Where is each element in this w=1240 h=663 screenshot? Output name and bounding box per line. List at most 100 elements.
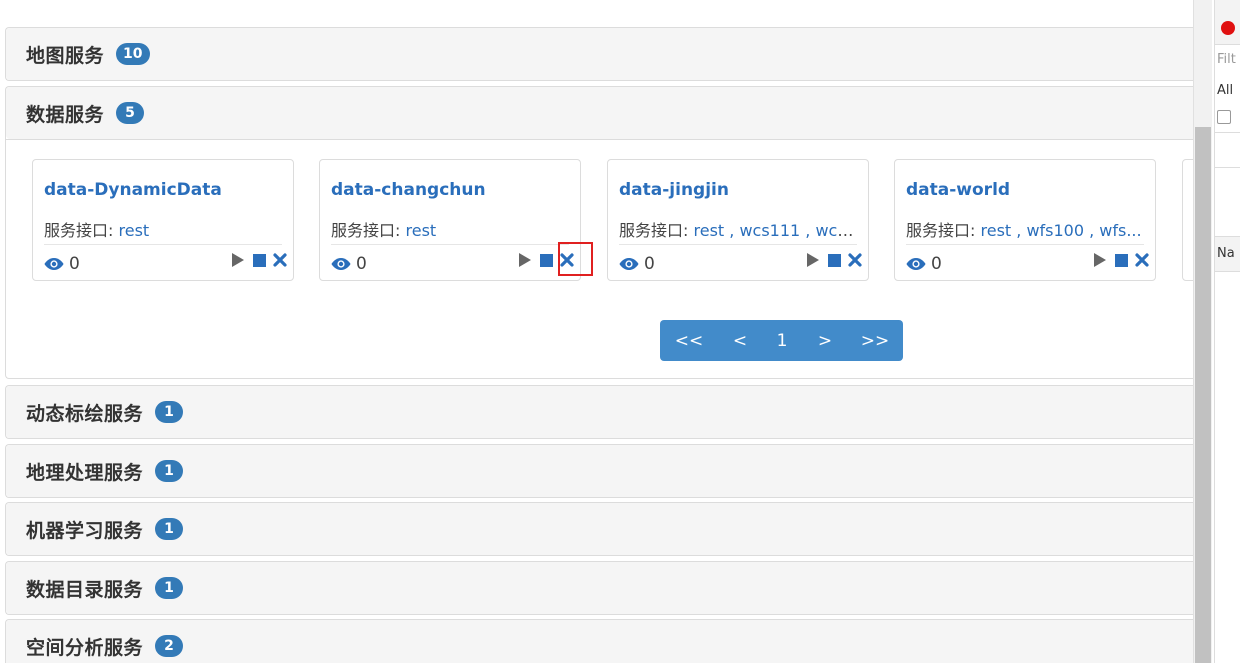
count-badge: 2 xyxy=(155,635,184,657)
service-interfaces: 服务接口: rest , wcs111 , wcs... xyxy=(619,217,859,241)
services-main: 地图服务 10 数据服务 5 data-DynamicData 服务接口: re… xyxy=(0,0,1193,663)
divider xyxy=(44,244,282,245)
view-count-value: 0 xyxy=(69,254,80,274)
name-header-label: Na xyxy=(1217,246,1235,261)
record-icon[interactable] xyxy=(1220,20,1236,36)
highlight-box xyxy=(558,242,593,276)
eye-icon xyxy=(44,258,64,270)
section-header[interactable]: 动态标绘服务 1 xyxy=(6,386,1193,438)
count-badge: 5 xyxy=(116,102,145,124)
checkbox[interactable] xyxy=(1217,110,1231,124)
section-header[interactable]: 机器学习服务 1 xyxy=(6,503,1193,555)
interface-value[interactable]: rest , wcs111 , wcs... xyxy=(694,221,860,240)
eye-icon xyxy=(331,258,351,270)
service-interfaces: 服务接口: rest xyxy=(44,217,284,241)
divider xyxy=(906,244,1144,245)
count-badge: 1 xyxy=(155,401,184,423)
service-title-link[interactable]: data-world xyxy=(906,180,1010,200)
section-title: 数据服务 xyxy=(26,103,105,126)
name-column-header[interactable]: Na xyxy=(1215,236,1240,272)
devtools-pane: Filt All Na xyxy=(1193,0,1240,663)
interface-value[interactable]: rest xyxy=(119,221,150,240)
stop-icon[interactable] xyxy=(539,253,553,267)
view-count: 0 xyxy=(44,254,80,274)
overview-strip xyxy=(1215,132,1240,168)
count-badge: 1 xyxy=(155,518,184,540)
filter-input[interactable]: Filt xyxy=(1217,52,1236,67)
interface-value[interactable]: rest xyxy=(406,221,437,240)
section-title: 机器学习服务 xyxy=(26,519,144,542)
stop-icon[interactable] xyxy=(252,253,266,267)
view-count: 0 xyxy=(906,254,942,274)
eye-icon xyxy=(619,258,639,270)
section-title: 数据目录服务 xyxy=(26,578,144,601)
section-title: 地图服务 xyxy=(26,44,105,67)
count-badge: 1 xyxy=(155,577,184,599)
delete-icon[interactable] xyxy=(848,253,862,267)
service-interfaces: 服务接口: rest xyxy=(331,217,571,241)
section-data-services: 数据服务 5 data-DynamicData 服务接口: rest 0 dat… xyxy=(5,86,1193,379)
service-card-partial xyxy=(1182,159,1193,281)
section-header[interactable]: 数据服务 5 xyxy=(6,87,1193,139)
service-card: data-world 服务接口: rest , wfs100 , wfs... … xyxy=(894,159,1156,281)
section-title: 空间分析服务 xyxy=(26,636,144,659)
all-filter-button[interactable]: All xyxy=(1217,83,1233,98)
record-toolbar xyxy=(1215,12,1240,45)
pager-page-1[interactable]: 1 xyxy=(762,331,802,351)
service-card: data-jingjin 服务接口: rest , wcs111 , wcs..… xyxy=(607,159,869,281)
section-header[interactable]: 地图服务 10 xyxy=(6,28,1193,80)
section-title: 地理处理服务 xyxy=(26,461,144,484)
interface-value[interactable]: rest , wfs100 , wfs... xyxy=(981,221,1142,240)
section-ml-services: 机器学习服务 1 xyxy=(5,502,1193,556)
interface-label: 服务接口: xyxy=(619,221,689,240)
delete-icon[interactable] xyxy=(273,253,287,267)
section-header[interactable]: 数据目录服务 1 xyxy=(6,562,1193,614)
play-icon[interactable] xyxy=(231,253,245,267)
card-actions xyxy=(1093,253,1149,267)
count-badge: 1 xyxy=(155,460,184,482)
play-icon[interactable] xyxy=(806,253,820,267)
pagination: << < 1 > >> xyxy=(660,320,903,361)
delete-icon[interactable] xyxy=(1135,253,1149,267)
section-title: 动态标绘服务 xyxy=(26,402,144,425)
section-geoprocessing-services: 地理处理服务 1 xyxy=(5,444,1193,498)
stop-icon[interactable] xyxy=(827,253,841,267)
divider xyxy=(619,244,857,245)
service-card: data-DynamicData 服务接口: rest 0 xyxy=(32,159,294,281)
stop-icon[interactable] xyxy=(1114,253,1128,267)
pager-first-button[interactable]: << xyxy=(660,331,718,351)
count-badge: 10 xyxy=(116,43,150,65)
eye-icon xyxy=(906,258,926,270)
card-actions xyxy=(806,253,862,267)
service-interfaces: 服务接口: rest , wfs100 , wfs... xyxy=(906,217,1146,241)
section-header[interactable]: 地理处理服务 1 xyxy=(6,445,1193,497)
scrollbar-thumb[interactable] xyxy=(1195,127,1211,663)
section-header[interactable]: 空间分析服务 2 xyxy=(6,620,1193,663)
interface-label: 服务接口: xyxy=(906,221,976,240)
view-count-value: 0 xyxy=(931,254,942,274)
play-icon[interactable] xyxy=(1093,253,1107,267)
pager-prev-button[interactable]: < xyxy=(718,331,762,351)
section-body: data-DynamicData 服务接口: rest 0 data-chang xyxy=(6,139,1193,380)
interface-label: 服务接口: xyxy=(331,221,401,240)
view-count-value: 0 xyxy=(644,254,655,274)
view-count-value: 0 xyxy=(356,254,367,274)
scrollbar[interactable] xyxy=(1194,0,1212,663)
service-title-link[interactable]: data-changchun xyxy=(331,180,486,200)
section-plotting-services: 动态标绘服务 1 xyxy=(5,385,1193,439)
service-title-link[interactable]: data-jingjin xyxy=(619,180,729,200)
pager-last-button[interactable]: >> xyxy=(848,331,902,351)
service-title-link[interactable]: data-DynamicData xyxy=(44,180,222,200)
view-count: 0 xyxy=(619,254,655,274)
divider xyxy=(331,244,569,245)
devtools-network: Filt All Na xyxy=(1214,0,1240,663)
section-map-services: 地图服务 10 xyxy=(5,27,1193,81)
play-icon[interactable] xyxy=(518,253,532,267)
service-card: data-changchun 服务接口: rest 0 xyxy=(319,159,581,281)
card-actions xyxy=(231,253,287,267)
interface-label: 服务接口: xyxy=(44,221,114,240)
section-catalog-services: 数据目录服务 1 xyxy=(5,561,1193,615)
view-count: 0 xyxy=(331,254,367,274)
pager-next-button[interactable]: > xyxy=(802,331,848,351)
section-analysis-services: 空间分析服务 2 xyxy=(5,619,1193,663)
